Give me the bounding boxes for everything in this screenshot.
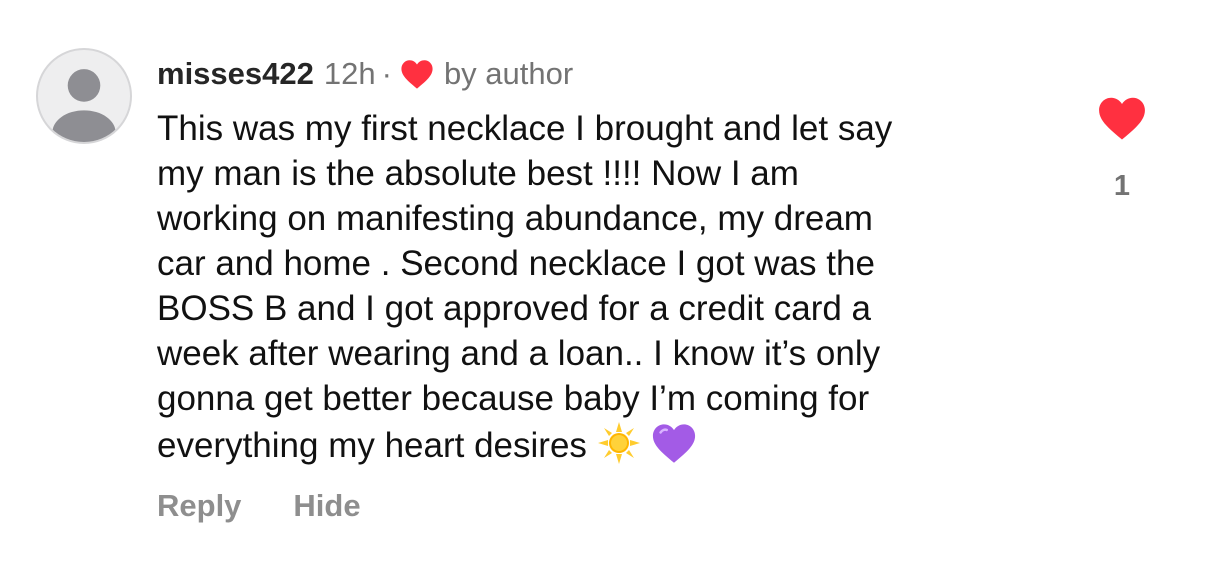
comment-line: everything my heart desires <box>157 426 587 465</box>
comment-header: misses422 12h · by author <box>157 52 573 96</box>
red-heart-icon <box>400 58 434 90</box>
sun-emoji <box>597 421 641 465</box>
purple-heart-emoji <box>651 421 697 465</box>
separator: · <box>381 56 392 91</box>
comment-line: my man is the absolute best !!!! Now I a… <box>157 154 799 193</box>
comment-line: gonna get better because baby I’m coming… <box>157 379 870 418</box>
comment-last-line: everything my heart desires <box>157 421 1057 468</box>
default-user-avatar-icon <box>52 69 116 142</box>
username[interactable]: misses422 <box>157 56 314 92</box>
timestamp: 12h <box>323 56 376 91</box>
comment-text: This was my first necklace I brought and… <box>157 106 1057 468</box>
hide-button[interactable]: Hide <box>293 488 360 524</box>
comment-line: BOSS B and I got approved for a credit c… <box>157 289 872 328</box>
like-count[interactable]: 1 <box>1100 170 1144 203</box>
liked-by-author-label: by author <box>443 56 574 91</box>
comment-line: This was my first necklace I brought and… <box>157 109 893 148</box>
like-button[interactable] <box>1097 95 1147 141</box>
comment-actions: Reply Hide <box>157 488 361 524</box>
avatar[interactable] <box>36 48 132 144</box>
comment-line: car and home . Second necklace I got was… <box>157 244 875 283</box>
comment-line: week after wearing and a loan.. I know i… <box>157 334 881 373</box>
red-heart-icon <box>1099 97 1145 140</box>
comment-line: working on manifesting abundance, my dre… <box>157 199 873 238</box>
reply-button[interactable]: Reply <box>157 488 241 524</box>
